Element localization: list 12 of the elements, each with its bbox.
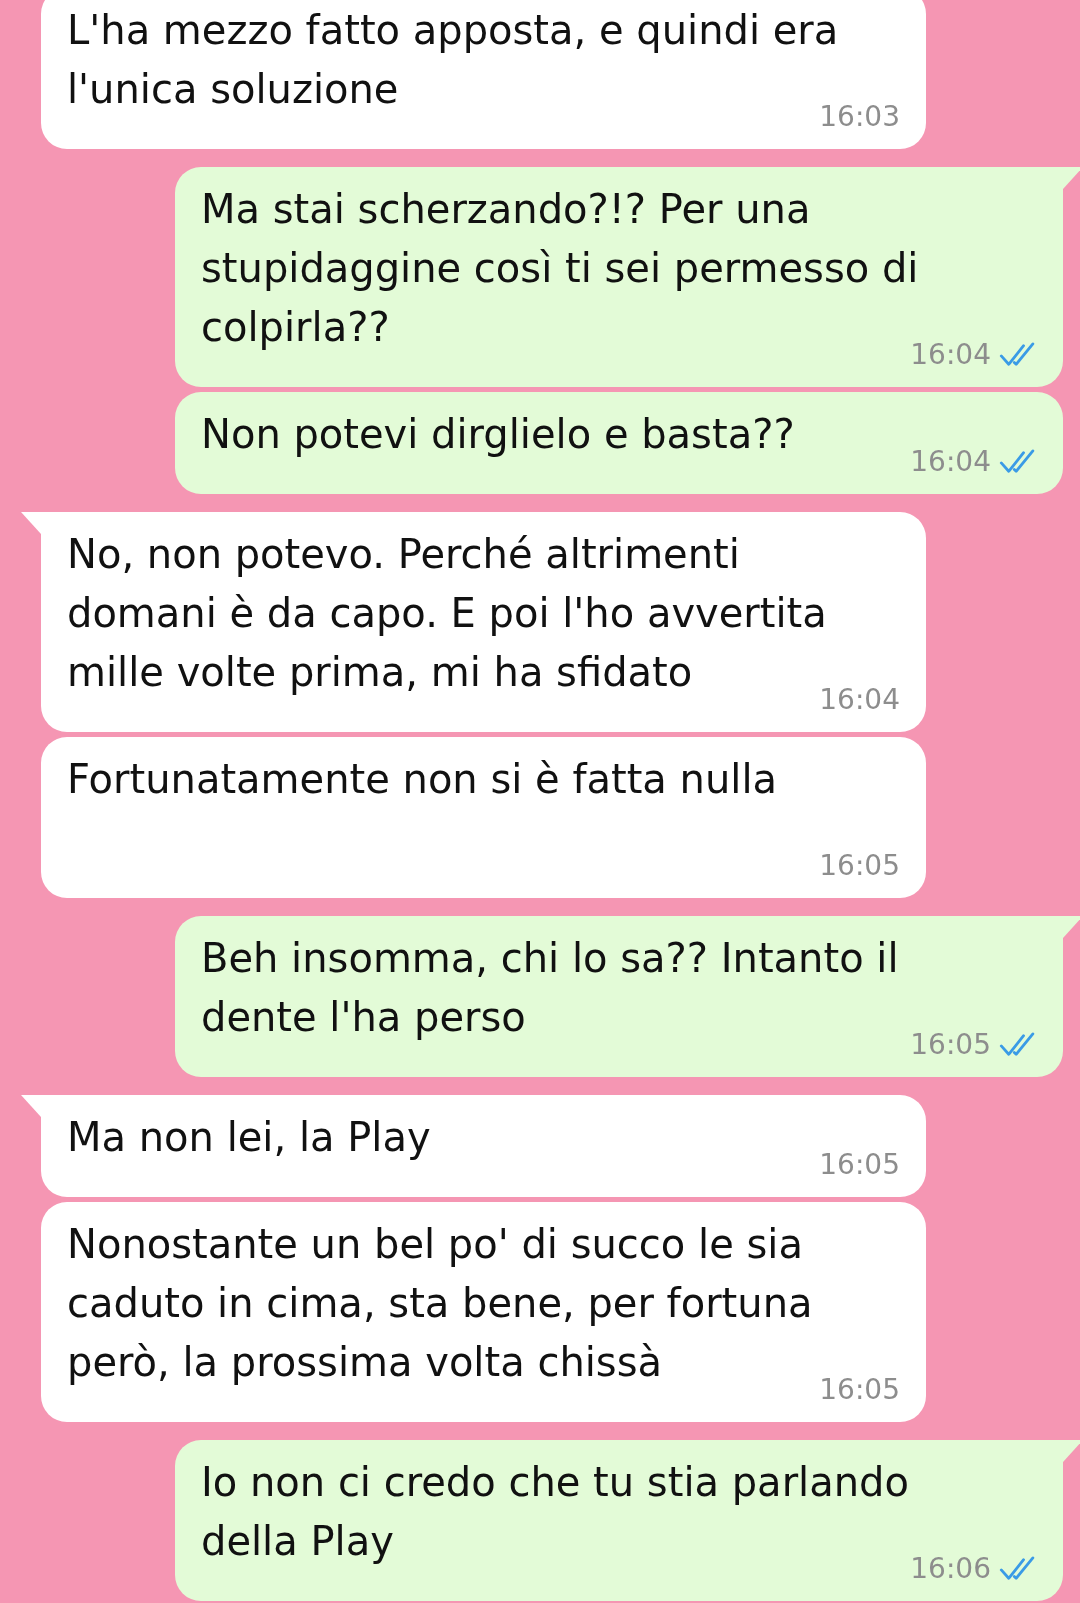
message-text: Nonostante un bel po' di succo le sia caduto in cima, sta bene, per fortuna però, la prossima volta chissà [67, 1221, 813, 1385]
message-text: Ma non lei, la Play [67, 1114, 431, 1160]
message-time: 16:05 [910, 1027, 991, 1063]
message-time: 16:06 [910, 1551, 991, 1587]
message-time: 16:05 [819, 848, 900, 884]
message-text: Beh insomma, chi lo sa?? Intanto il dente l'ha perso [201, 935, 899, 1040]
message-text: Io non ci credo che tu stia parlando della Play [201, 1459, 909, 1564]
message-text: Non potevi dirglielo e basta?? [201, 411, 795, 457]
message-time: 16:05 [819, 1372, 900, 1408]
message-time: 16:05 [819, 1147, 900, 1183]
message-time: 16:04 [910, 444, 991, 480]
message-text: Fortunatamente non si è fatta nulla [67, 756, 778, 802]
